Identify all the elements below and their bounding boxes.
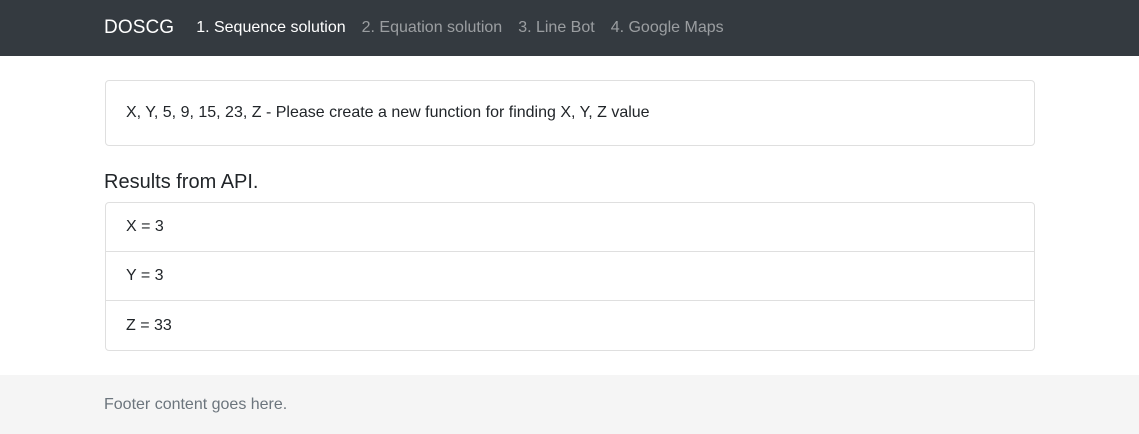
result-item-x: X = 3 <box>106 203 1034 252</box>
result-item-label: Y = 3 <box>126 267 164 284</box>
question-text: X, Y, 5, 9, 15, 23, Z - Please create a … <box>126 104 650 121</box>
navbar: DOSCG 1. Sequence solution 2. Equation s… <box>0 0 1139 56</box>
question-card: X, Y, 5, 9, 15, 23, Z - Please create a … <box>105 80 1035 146</box>
nav-link-equation-solution[interactable]: 2. Equation solution <box>362 19 503 37</box>
result-item-label: X = 3 <box>126 218 164 235</box>
result-item-z: Z = 33 <box>106 301 1034 350</box>
nav-link-sequence-solution[interactable]: 1. Sequence solution <box>196 19 345 37</box>
navbar-brand[interactable]: DOSCG <box>104 17 174 39</box>
results-title: Results from API. <box>104 171 259 193</box>
results-list: X = 3 Y = 3 Z = 33 <box>105 202 1035 351</box>
footer: Footer content goes here. <box>0 375 1139 434</box>
result-item-label: Z = 33 <box>126 316 172 334</box>
navbar-container: DOSCG 1. Sequence solution 2. Equation s… <box>104 0 740 56</box>
result-item-y: Y = 3 <box>106 252 1034 301</box>
footer-text: Footer content goes here. <box>104 395 288 413</box>
nav-link-line-bot[interactable]: 3. Line Bot <box>518 19 595 37</box>
nav-link-google-maps[interactable]: 4. Google Maps <box>611 19 724 37</box>
